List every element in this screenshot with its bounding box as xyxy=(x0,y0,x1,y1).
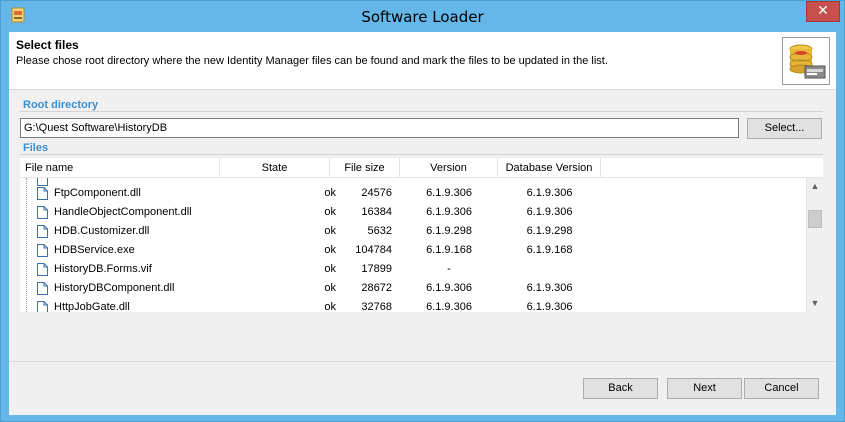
file-name-cell: HDB.Customizer.dll xyxy=(54,225,150,237)
file-size-cell: 104784 xyxy=(355,244,392,256)
table-row[interactable]: HistoryDBComponent.dll ok 28672 6.1.9.30… xyxy=(20,279,807,298)
cancel-button[interactable]: Cancel xyxy=(744,378,819,399)
db-version-cell: 6.1.9.298 xyxy=(526,225,573,237)
file-icon xyxy=(37,225,48,238)
column-file-name[interactable]: File name xyxy=(20,158,220,178)
root-directory-input[interactable] xyxy=(20,118,739,138)
file-icon xyxy=(37,206,48,219)
column-version[interactable]: Version xyxy=(400,158,498,178)
state-cell: ok xyxy=(324,225,336,237)
select-directory-button[interactable]: Select... xyxy=(747,118,822,139)
db-version-cell: 6.1.9.306 xyxy=(526,301,573,312)
file-icon xyxy=(37,263,48,276)
scroll-down-icon[interactable]: ▼ xyxy=(807,295,823,312)
software-loader-window: Software Loader ✕ Select files Please ch… xyxy=(0,0,845,422)
db-version-cell: 6.1.9.306 xyxy=(526,282,573,294)
db-version-cell: 6.1.9.306 xyxy=(526,187,573,199)
version-cell: 6.1.9.168 xyxy=(426,244,472,256)
table-row[interactable]: HandleObjectComponent.dll ok 16384 6.1.9… xyxy=(20,203,807,222)
files-grid-header: File name State File size Version Databa… xyxy=(20,158,823,178)
dialog-client-area: Select files Please chose root directory… xyxy=(9,32,836,415)
version-cell: 6.1.9.298 xyxy=(426,225,472,237)
root-directory-label: Root directory xyxy=(23,99,99,111)
file-name-cell: HttpJobGate.dll xyxy=(54,301,130,312)
version-cell: - xyxy=(447,263,451,275)
file-name-cell: FtpComponent.dll xyxy=(54,187,141,199)
close-icon: ✕ xyxy=(817,3,829,19)
root-directory-divider xyxy=(20,111,823,112)
files-grid-body: FtpComponent.dll ok 24576 6.1.9.306 6.1.… xyxy=(20,178,807,312)
db-version-cell xyxy=(498,260,601,279)
file-name-cell: HandleObjectComponent.dll xyxy=(54,206,192,218)
column-database-version[interactable]: Database Version xyxy=(498,158,601,178)
back-button[interactable]: Back xyxy=(583,378,658,399)
state-cell: ok xyxy=(324,244,336,256)
database-install-icon xyxy=(782,37,830,85)
table-row[interactable]: FtpComponent.dll ok 24576 6.1.9.306 6.1.… xyxy=(20,184,807,203)
files-label: Files xyxy=(23,142,49,154)
table-row[interactable]: HistoryDB.Forms.vif ok 17899 - xyxy=(20,260,807,279)
next-button[interactable]: Next xyxy=(667,378,742,399)
file-icon xyxy=(37,187,48,200)
file-size-cell: 28672 xyxy=(361,282,392,294)
files-divider xyxy=(20,154,823,155)
file-size-cell: 24576 xyxy=(361,187,392,199)
file-size-cell: 16384 xyxy=(361,206,392,218)
page-description: Please chose root directory where the ne… xyxy=(16,55,608,67)
state-cell: ok xyxy=(324,206,336,218)
version-cell: 6.1.9.306 xyxy=(426,187,472,199)
state-cell: ok xyxy=(324,282,336,294)
page-title: Select files xyxy=(16,38,79,52)
scroll-up-icon[interactable]: ▲ xyxy=(807,178,823,195)
state-cell: ok xyxy=(324,263,336,275)
state-cell: ok xyxy=(324,187,336,199)
file-icon xyxy=(37,301,48,312)
files-vertical-scrollbar[interactable]: ▲ ▼ xyxy=(806,178,823,312)
db-version-cell: 6.1.9.168 xyxy=(526,244,573,256)
version-cell: 6.1.9.306 xyxy=(426,301,472,312)
title-bar[interactable]: Software Loader ✕ xyxy=(1,1,844,32)
file-name-cell: HDBService.exe xyxy=(54,244,135,256)
scroll-thumb[interactable] xyxy=(808,210,822,228)
table-row[interactable]: HDBService.exe ok 104784 6.1.9.168 6.1.9… xyxy=(20,241,807,260)
file-size-cell: 32768 xyxy=(361,301,392,312)
version-cell: 6.1.9.306 xyxy=(426,282,472,294)
db-version-cell: 6.1.9.306 xyxy=(526,206,573,218)
files-grid[interactable]: File name State File size Version Databa… xyxy=(20,158,823,312)
column-file-size[interactable]: File size xyxy=(330,158,400,178)
wizard-header: Select files Please chose root directory… xyxy=(9,32,836,90)
close-button[interactable]: ✕ xyxy=(806,1,840,22)
table-row[interactable]: HDB.Customizer.dll ok 5632 6.1.9.298 6.1… xyxy=(20,222,807,241)
file-name-cell: HistoryDBComponent.dll xyxy=(54,282,175,294)
table-row[interactable]: HttpJobGate.dll ok 32768 6.1.9.306 6.1.9… xyxy=(20,298,807,312)
file-size-cell: 5632 xyxy=(367,225,392,237)
column-state[interactable]: State xyxy=(220,158,330,178)
window-title: Software Loader xyxy=(361,8,484,26)
state-cell: ok xyxy=(324,301,336,312)
footer-divider xyxy=(9,361,836,362)
file-icon xyxy=(37,244,48,257)
file-icon xyxy=(37,282,48,295)
file-size-cell: 17899 xyxy=(361,263,392,275)
file-name-cell: HistoryDB.Forms.vif xyxy=(54,263,152,275)
version-cell: 6.1.9.306 xyxy=(426,206,472,218)
